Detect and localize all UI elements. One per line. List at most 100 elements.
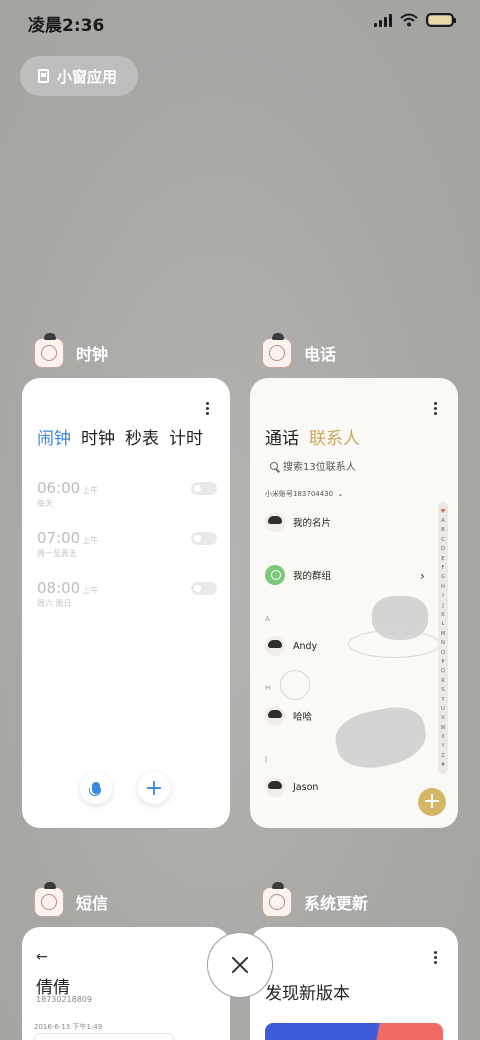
contact-name: Jason xyxy=(293,781,319,793)
alarm-item[interactable]: 08:00 上午 周六 周日 xyxy=(37,578,217,609)
messages-app-icon xyxy=(34,882,64,917)
floating-window-icon xyxy=(38,69,49,83)
system-update-app-icon xyxy=(262,882,292,917)
contact-search-placeholder: 搜索13位联系人 xyxy=(283,462,356,473)
alphabet-index-letter[interactable]: G xyxy=(441,574,445,580)
alphabet-index-letter[interactable]: S xyxy=(441,687,444,693)
alphabet-index-letter[interactable]: M xyxy=(441,631,445,637)
contact-search-input[interactable]: 搜索13位联系人 xyxy=(270,458,356,473)
section-letter: H xyxy=(265,684,271,692)
contact-my-groups[interactable]: 我的群组 xyxy=(265,565,331,585)
alphabet-index[interactable]: ♥ A B C D E F G H I J K L M N O P Q R S T U V W X Y Z # xyxy=(438,502,448,774)
floating-window-label: 小窗应用 xyxy=(57,67,118,86)
message-timestamp: 2016-6-13 下午1:49 xyxy=(34,1023,103,1031)
group-icon xyxy=(265,565,285,585)
alphabet-index-letter[interactable]: A xyxy=(441,518,444,524)
voice-alarm-button[interactable] xyxy=(80,772,112,804)
account-selector[interactable]: 小米账号183704430 ⌄ xyxy=(265,489,343,499)
alarm-time: 06:00 xyxy=(37,479,81,497)
alarm-item[interactable]: 07:00 上午 周一至周五 xyxy=(37,528,217,559)
tab-calls[interactable]: 通话 xyxy=(265,424,299,449)
alphabet-index-letter[interactable]: Q xyxy=(441,668,445,674)
contact-item[interactable]: 哈哈 xyxy=(265,706,312,726)
alphabet-index-letter[interactable]: H xyxy=(441,584,445,590)
more-options-icon[interactable] xyxy=(206,402,210,415)
alarm-toggle[interactable] xyxy=(191,532,217,545)
update-title: 发现新版本 xyxy=(265,984,350,1004)
alphabet-index-letter[interactable]: N xyxy=(441,640,445,646)
alphabet-index-letter[interactable]: R xyxy=(441,678,444,684)
tab-timer[interactable]: 计时 xyxy=(169,424,203,449)
section-letter: A xyxy=(265,615,270,623)
alphabet-index-letter[interactable]: I xyxy=(442,593,443,599)
tab-contacts[interactable]: 联系人 xyxy=(309,424,360,449)
phone-app-header[interactable]: 电话 xyxy=(262,333,336,368)
more-options-icon[interactable] xyxy=(434,402,438,415)
alphabet-index-letter[interactable]: U xyxy=(441,706,445,712)
message-bubble xyxy=(34,1033,174,1040)
signal-icon xyxy=(374,13,392,27)
messages-app-card[interactable]: ← 倩倩 18730218809 2016-6-13 下午1:49 xyxy=(22,927,230,1040)
chevron-updown-icon: ⌄ xyxy=(335,490,344,498)
alarm-ampm: 上午 xyxy=(82,486,99,495)
alarm-repeat: 每天 xyxy=(37,499,53,508)
avatar xyxy=(265,636,285,656)
status-icons xyxy=(374,13,456,27)
alphabet-index-letter[interactable]: L xyxy=(442,621,445,627)
alarm-time: 08:00 xyxy=(37,579,81,597)
back-arrow-icon[interactable]: ← xyxy=(36,949,48,965)
plus-icon: + xyxy=(144,775,164,801)
alphabet-index-letter[interactable]: O xyxy=(441,650,445,656)
alarm-toggle[interactable] xyxy=(191,582,217,595)
alphabet-index-letter[interactable]: V xyxy=(441,715,444,721)
more-options-icon[interactable] xyxy=(434,951,438,964)
alphabet-index-letter[interactable]: J xyxy=(442,603,443,609)
alphabet-index-letter[interactable]: W xyxy=(441,725,446,731)
phone-tabs: 通话 联系人 xyxy=(265,424,360,449)
alarm-toggle[interactable] xyxy=(191,482,217,495)
clock-app-card[interactable]: 闹钟 时钟 秒表 计时 06:00 上午 每天 07:00 上午 周一至周五 08:… xyxy=(22,378,230,828)
avatar xyxy=(265,706,285,726)
alphabet-index-letter[interactable]: F xyxy=(442,565,445,571)
alphabet-index-letter[interactable]: B xyxy=(441,527,444,533)
alphabet-index-letter[interactable]: C xyxy=(441,537,445,543)
microphone-icon xyxy=(89,782,101,796)
alphabet-index-letter[interactable]: D xyxy=(441,546,445,552)
contact-item[interactable]: Andy xyxy=(265,636,317,656)
account-label: 小米账号183704430 xyxy=(265,490,334,498)
tab-stopwatch[interactable]: 秒表 xyxy=(125,424,159,449)
alarm-ampm: 上午 xyxy=(82,586,99,595)
system-update-app-header[interactable]: 系统更新 xyxy=(262,882,368,917)
alphabet-index-letter[interactable]: P xyxy=(441,659,444,665)
alphabet-index-letter[interactable]: Z xyxy=(441,753,444,759)
contact-my-card[interactable]: 我的名片 xyxy=(265,512,331,532)
floating-window-button[interactable]: 小窗应用 xyxy=(20,56,138,96)
clock-app-icon xyxy=(34,333,64,368)
clock-app-header[interactable]: 时钟 xyxy=(34,333,108,368)
alarm-item[interactable]: 06:00 上午 每天 xyxy=(37,478,217,509)
alarm-repeat: 周六 周日 xyxy=(37,599,72,608)
tab-alarm[interactable]: 闹钟 xyxy=(37,424,71,449)
contact-item[interactable]: Jason xyxy=(265,777,318,797)
cup-illustration xyxy=(348,630,440,658)
avatar xyxy=(265,777,285,797)
alphabet-index-letter[interactable]: X xyxy=(441,734,444,740)
status-time: 凌晨2:36 xyxy=(28,16,105,36)
plus-icon: + xyxy=(422,789,442,814)
clear-all-button[interactable] xyxy=(207,932,273,998)
battery-icon xyxy=(426,13,456,27)
alphabet-index-letter[interactable]: # xyxy=(441,762,445,768)
messages-app-header[interactable]: 短信 xyxy=(34,882,108,917)
alphabet-index-letter[interactable]: Y xyxy=(441,743,444,749)
chevron-right-icon: › xyxy=(420,569,425,583)
clock-tabs: 闹钟 时钟 秒表 计时 xyxy=(37,424,203,449)
system-update-app-card[interactable]: 发现新版本 xyxy=(250,927,458,1040)
add-contact-button[interactable]: + xyxy=(418,788,446,816)
alphabet-index-letter[interactable]: T xyxy=(441,697,444,703)
phone-app-card[interactable]: 通话 联系人 搜索13位联系人 小米账号183704430 ⌄ 我的名片 我的群… xyxy=(250,378,458,828)
tab-clock[interactable]: 时钟 xyxy=(81,424,115,449)
add-alarm-button[interactable]: + xyxy=(138,772,170,804)
alphabet-index-letter[interactable]: E xyxy=(441,556,444,562)
contact-name: 哈哈 xyxy=(293,712,313,723)
alphabet-index-letter[interactable]: K xyxy=(441,612,444,618)
